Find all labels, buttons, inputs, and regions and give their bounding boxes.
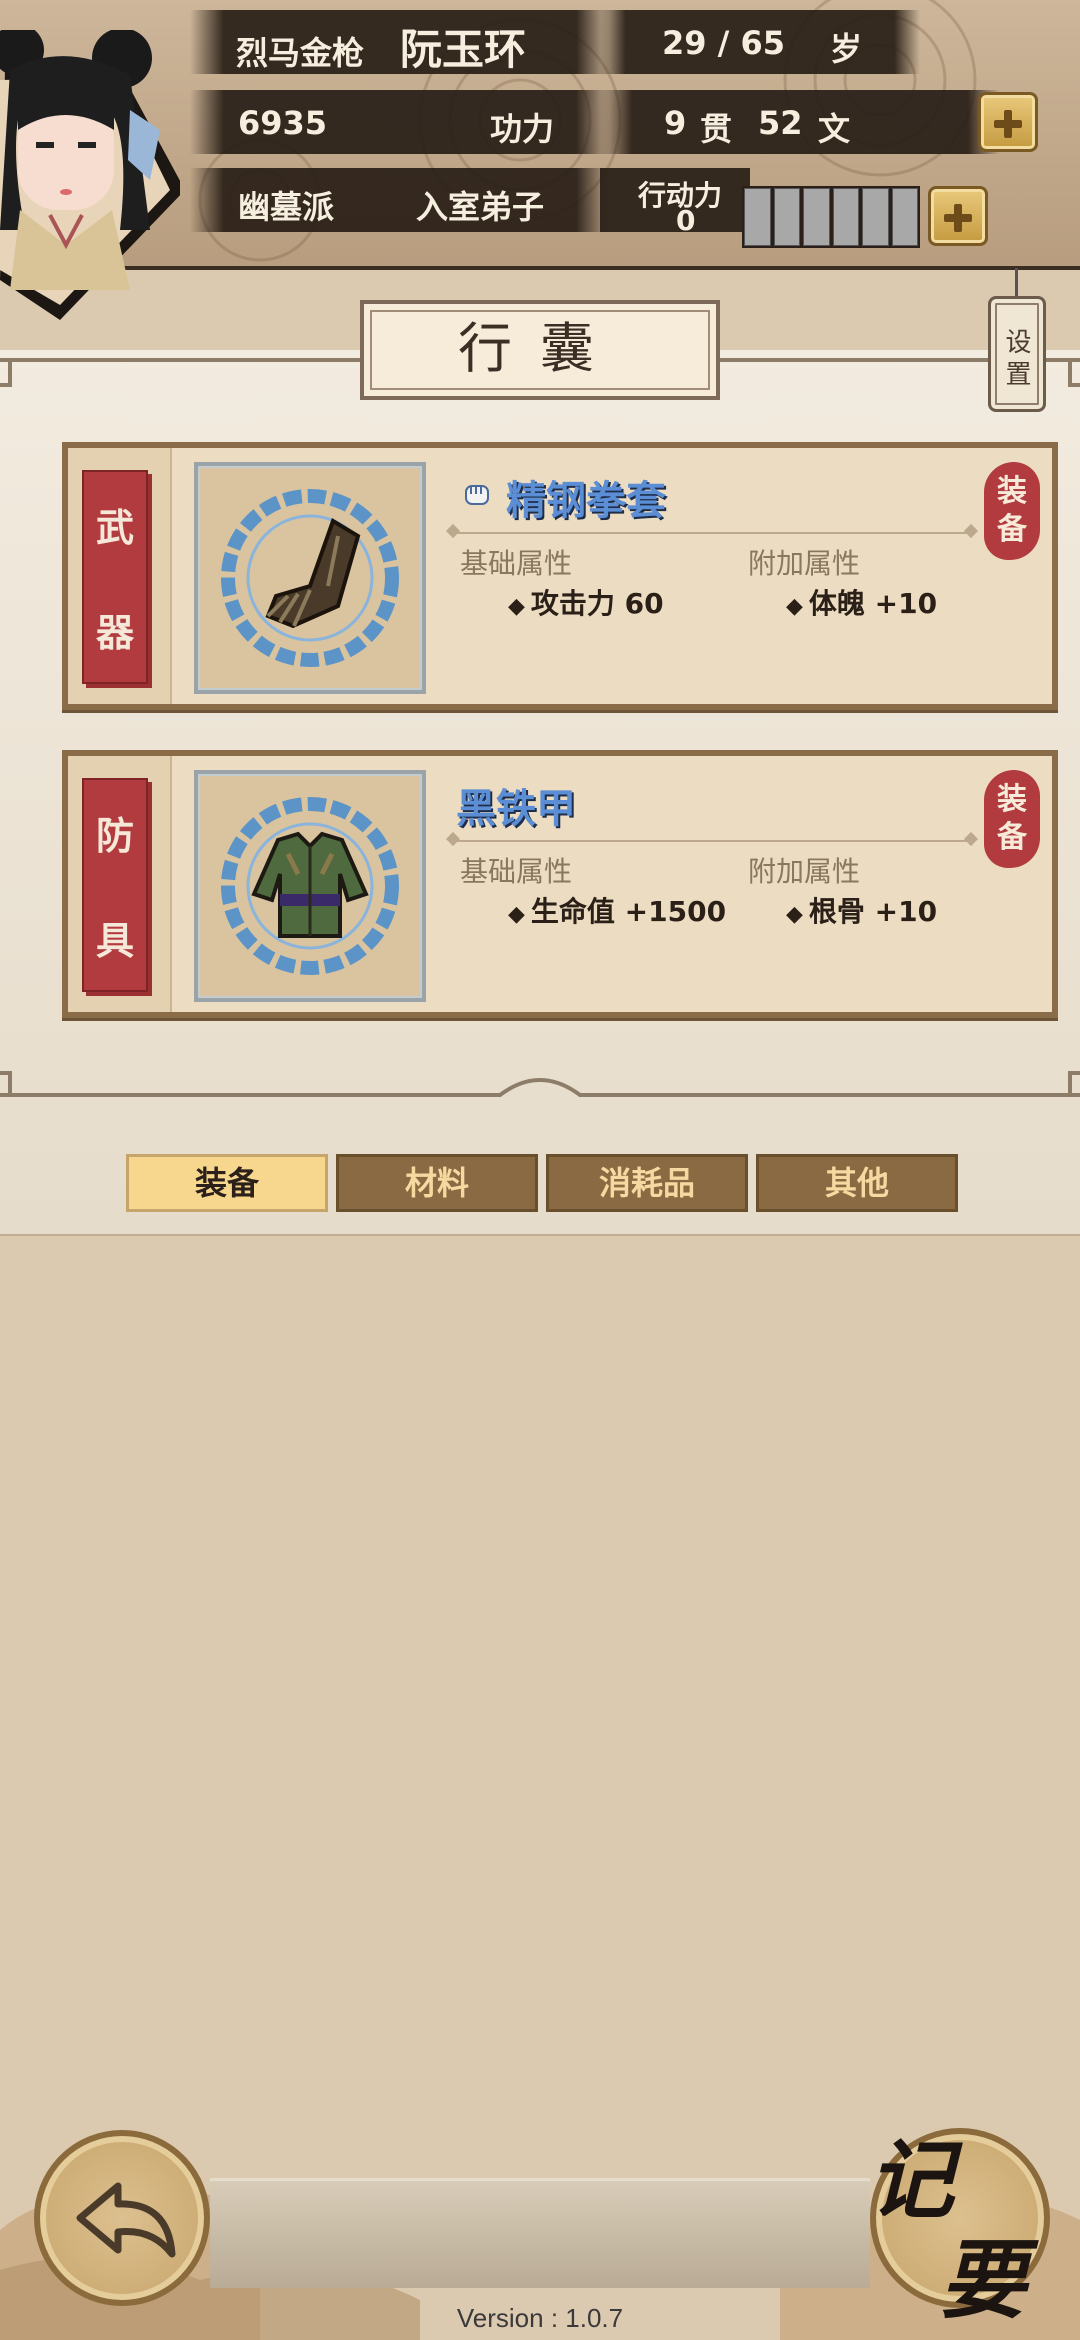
- tab-consumables[interactable]: 消耗品: [546, 1154, 748, 1212]
- nickname-label: 烈马金枪: [236, 34, 365, 72]
- bottom-bar: [210, 2178, 870, 2288]
- tabs-divider: [0, 1234, 1080, 1236]
- equip-button-char-1: 装: [997, 474, 1027, 509]
- sect-name: 幽墓派: [238, 188, 335, 226]
- money-guan-unit: 贯: [700, 110, 733, 148]
- equip-button[interactable]: 装 备: [984, 770, 1040, 868]
- age-unit: 岁: [830, 30, 863, 68]
- money-wen-value: 52: [758, 104, 803, 142]
- version-label: Version : 1.0.7: [456, 2303, 624, 2333]
- money-guan-value: 9: [664, 104, 687, 142]
- inventory-title: 行囊: [360, 300, 720, 400]
- base-attr-value: 攻击力 60: [508, 582, 664, 622]
- money-bar: 9 贯 52 文: [600, 90, 1000, 154]
- extra-attr-value: 体魄 +10: [786, 582, 937, 622]
- base-attr-label: 基础属性: [460, 855, 573, 888]
- equip-button-char-2: 备: [997, 512, 1027, 547]
- settings-button[interactable]: 设置: [988, 296, 1046, 412]
- fist-icon: [465, 485, 489, 505]
- slot-label-char-1: 武: [95, 505, 134, 550]
- gauntlet-icon: [221, 489, 399, 667]
- slot-label-char-2: 器: [95, 610, 134, 655]
- equip-button[interactable]: 装 备: [984, 462, 1040, 560]
- slot-label-weapon: 武 器: [82, 470, 148, 684]
- item-divider: [452, 532, 972, 534]
- character-name: 阮玉环: [400, 25, 527, 74]
- slot-label-char-2: 具: [95, 918, 134, 963]
- back-button[interactable]: [34, 2130, 210, 2306]
- stamina-gauge: [742, 186, 920, 248]
- tab-materials[interactable]: 材料: [336, 1154, 538, 1212]
- back-arrow-icon: [76, 2182, 176, 2258]
- inventory-tabs: 装备 材料 消耗品 其他: [126, 1154, 958, 1212]
- item-icon-frame[interactable]: [194, 462, 426, 694]
- item-card-weapon[interactable]: 武 器 精钢拳套 基础属性 附加属性 攻击力 60 体魄 +10 装 备: [62, 442, 1058, 710]
- item-name: 精钢拳套: [506, 477, 666, 524]
- stamina-value: 0: [676, 204, 696, 237]
- add-stamina-button[interactable]: [928, 186, 988, 246]
- sect-rank: 入室弟子: [416, 188, 545, 226]
- slot-label-armor: 防 具: [82, 778, 148, 992]
- tab-other[interactable]: 其他: [756, 1154, 958, 1212]
- stamina-label-box: 行动力 0: [600, 168, 750, 237]
- sect-bar: 幽墓派 入室弟子: [190, 168, 610, 232]
- equip-button-char-2: 备: [997, 820, 1027, 855]
- extra-attr-label: 附加属性: [748, 547, 861, 580]
- power-value: 6935: [238, 104, 328, 142]
- armor-icon: [221, 797, 399, 975]
- name-bar: 烈马金枪 阮玉环: [190, 10, 610, 74]
- character-avatar[interactable]: [0, 30, 180, 320]
- age-bar: 29 / 65 岁: [600, 10, 920, 74]
- equip-button-char-1: 装: [997, 782, 1027, 817]
- slot-label-char-1: 防: [95, 813, 134, 858]
- add-money-button[interactable]: [978, 92, 1038, 152]
- money-wen-unit: 文: [818, 110, 851, 148]
- item-icon-frame[interactable]: [194, 770, 426, 1002]
- power-bar: 6935 功力: [190, 90, 610, 154]
- age-value: 29 / 65: [662, 24, 786, 62]
- tab-equipment[interactable]: 装备: [126, 1154, 328, 1212]
- item-card-armor[interactable]: 防 具 黑铁甲 基础属性 附加属性 生命值 +1500 根骨 +10 装 备: [62, 750, 1058, 1018]
- item-name: 黑铁甲: [456, 785, 576, 832]
- settings-tag-string: [1015, 268, 1018, 298]
- base-attr-value: 生命值 +1500: [508, 890, 726, 930]
- item-divider: [452, 840, 972, 842]
- extra-attr-label: 附加属性: [748, 855, 861, 888]
- extra-attr-value: 根骨 +10: [786, 890, 937, 930]
- power-label: 功力: [490, 110, 555, 148]
- base-attr-label: 基础属性: [460, 547, 573, 580]
